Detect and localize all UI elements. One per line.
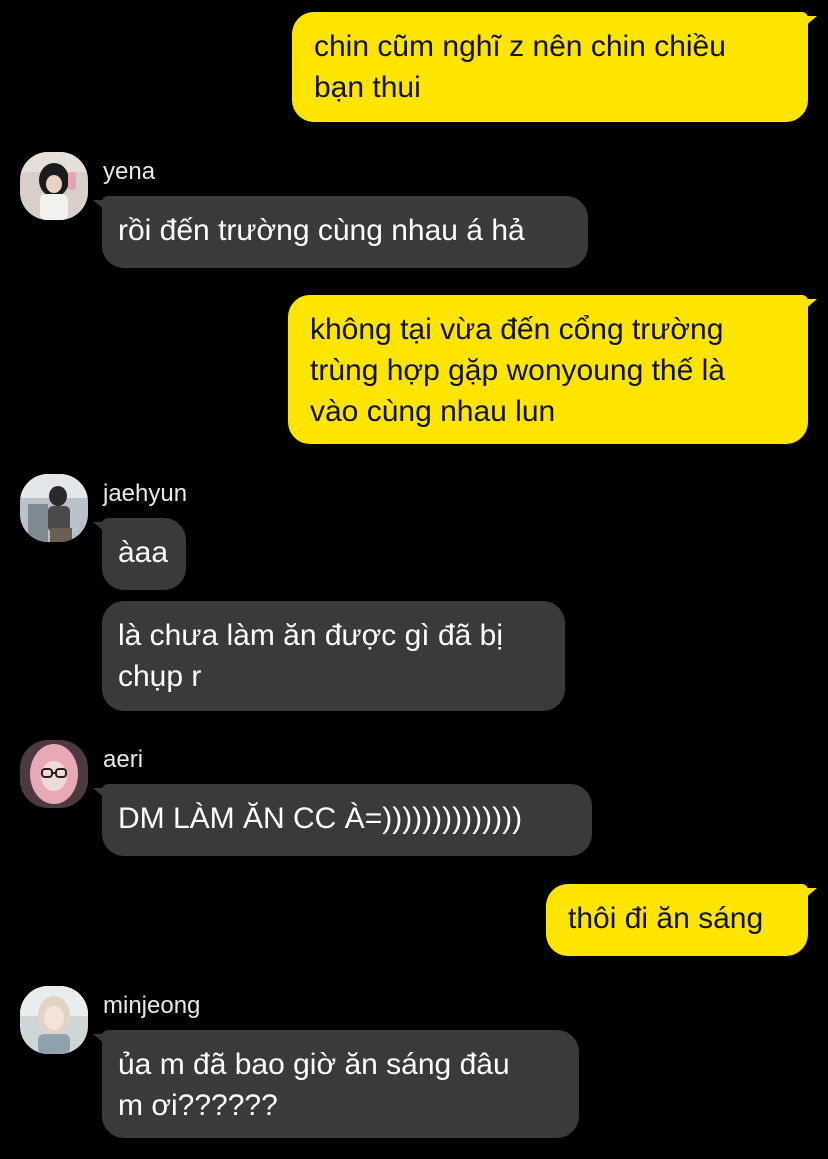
bubble-tail bbox=[93, 200, 107, 212]
incoming-message-bubble[interactable]: rồi đến trường cùng nhau á hả bbox=[93, 196, 588, 268]
minjeong-avatar-icon bbox=[20, 986, 88, 1054]
message-text: rồi đến trường cùng nhau á hả bbox=[118, 214, 525, 247]
aeri-avatar-icon bbox=[20, 740, 88, 808]
bubble-tail bbox=[93, 788, 107, 800]
outgoing-message-bubble[interactable]: thôi đi ăn sáng bbox=[546, 884, 817, 956]
avatar[interactable] bbox=[20, 152, 88, 220]
avatar[interactable] bbox=[20, 986, 88, 1054]
bubble-tail bbox=[803, 16, 817, 28]
sender-name: yena bbox=[103, 158, 156, 185]
bubble-tail bbox=[93, 1034, 107, 1046]
message-text: thôi đi ăn sáng bbox=[568, 902, 764, 935]
bubble-tail bbox=[93, 522, 107, 534]
message-text: DM LÀM ĂN CC À=)))))))))))))) bbox=[118, 802, 523, 835]
message-text: chin cũm nghĩ z nên chin chiều bạn thui bbox=[314, 30, 726, 104]
outgoing-message-bubble[interactable]: chin cũm nghĩ z nên chin chiều bạn thui bbox=[292, 12, 817, 122]
message-text: ủa m đã bao giờ ăn sáng đâu m ơi?????? bbox=[118, 1048, 510, 1122]
incoming-message-bubble[interactable]: àaa bbox=[93, 518, 186, 590]
message-text: không tại vừa đến cổng trường trùng hợp … bbox=[310, 313, 725, 428]
yena-avatar-icon bbox=[20, 152, 88, 220]
sender-name: aeri bbox=[103, 746, 144, 773]
incoming-message-bubble[interactable]: là chưa làm ăn được gì đã bị chụp r bbox=[102, 601, 565, 711]
bubble-tail bbox=[803, 299, 817, 311]
sender-name: minjeong bbox=[103, 992, 201, 1019]
incoming-message-bubble[interactable]: ủa m đã bao giờ ăn sáng đâu m ơi?????? bbox=[93, 1030, 579, 1138]
avatar[interactable] bbox=[20, 474, 88, 542]
message-text: àaa bbox=[118, 536, 169, 569]
jaehyun-avatar-icon bbox=[20, 474, 88, 542]
outgoing-message-bubble[interactable]: không tại vừa đến cổng trường trùng hợp … bbox=[288, 295, 817, 444]
message-text: là chưa làm ăn được gì đã bị chụp r bbox=[118, 619, 504, 693]
chat-thread: chin cũm nghĩ z nên chin chiều bạn thui … bbox=[0, 0, 828, 1159]
incoming-message-bubble[interactable]: DM LÀM ĂN CC À=)))))))))))))) bbox=[93, 784, 592, 856]
avatar[interactable] bbox=[20, 740, 88, 808]
sender-name: jaehyun bbox=[103, 480, 188, 507]
bubble-tail bbox=[803, 888, 817, 900]
